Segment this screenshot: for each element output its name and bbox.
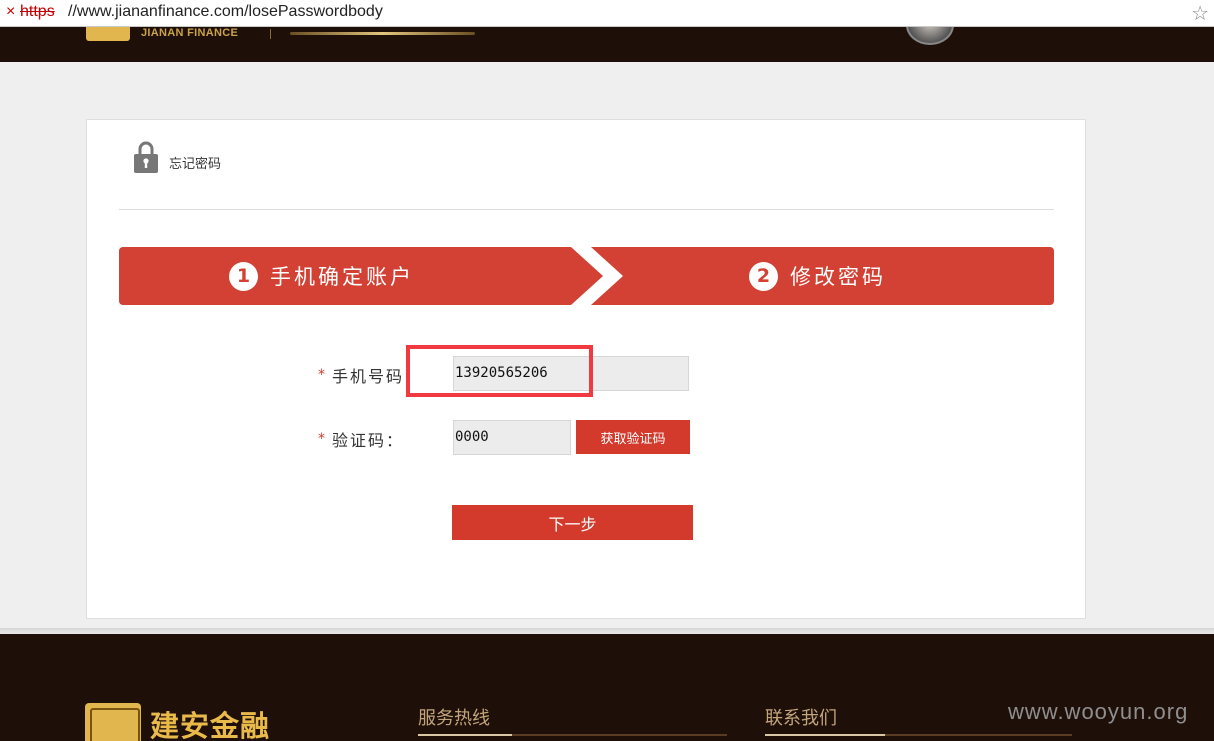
site-header: JIANAN FINANCE: [0, 27, 1214, 62]
contact-heading: 联系我们: [765, 708, 837, 729]
verification-code-input[interactable]: 0000: [453, 420, 571, 455]
step-2: 2 修改密码: [749, 259, 886, 293]
lock-icon: [134, 141, 158, 173]
card-header: 忘记密码: [133, 140, 253, 174]
footer-logo-text: 建安金融: [150, 709, 271, 741]
url-scheme: https: [20, 3, 55, 20]
header-decoration: [290, 32, 475, 35]
url-text[interactable]: //www.jiananfinance.com/losePasswordbody: [68, 3, 383, 21]
watermark: www.wooyun.org: [1008, 699, 1189, 724]
required-mark: *: [318, 367, 325, 383]
step-1-number: 1: [229, 261, 258, 291]
browser-address-bar[interactable]: × https //www.jiananfinance.com/losePass…: [0, 0, 1214, 27]
page-title: 忘记密码: [169, 157, 222, 172]
insecure-icon: ×: [6, 3, 16, 20]
site-logo-text[interactable]: JIANAN FINANCE: [141, 27, 238, 39]
get-code-button[interactable]: 获取验证码: [576, 420, 690, 454]
highlight-annotation: [406, 345, 593, 397]
footer-logo-icon: [85, 703, 141, 741]
forgot-password-card: 忘记密码 1 手机确定账户 2 修改密码 * 手机号码： 13920565206…: [86, 119, 1086, 619]
code-label: 验证码：: [332, 431, 405, 450]
step-2-label: 修改密码: [790, 265, 886, 289]
step-2-number: 2: [749, 261, 778, 291]
step-1: 1 手机确定账户: [229, 259, 414, 293]
next-button[interactable]: 下一步: [452, 505, 693, 540]
divider: [119, 209, 1054, 210]
header-separator: [270, 29, 271, 39]
step-1-label: 手机确定账户: [270, 265, 414, 289]
step-progress: 1 手机确定账户 2 修改密码: [119, 247, 1054, 305]
hotline-underline: [418, 734, 727, 736]
site-logo-icon[interactable]: [86, 27, 130, 41]
bookmark-star-icon[interactable]: ☆: [1191, 1, 1209, 25]
avatar[interactable]: [906, 27, 954, 45]
hotline-heading: 服务热线: [418, 708, 490, 729]
contact-underline: [765, 734, 1072, 736]
required-mark: *: [318, 431, 325, 447]
